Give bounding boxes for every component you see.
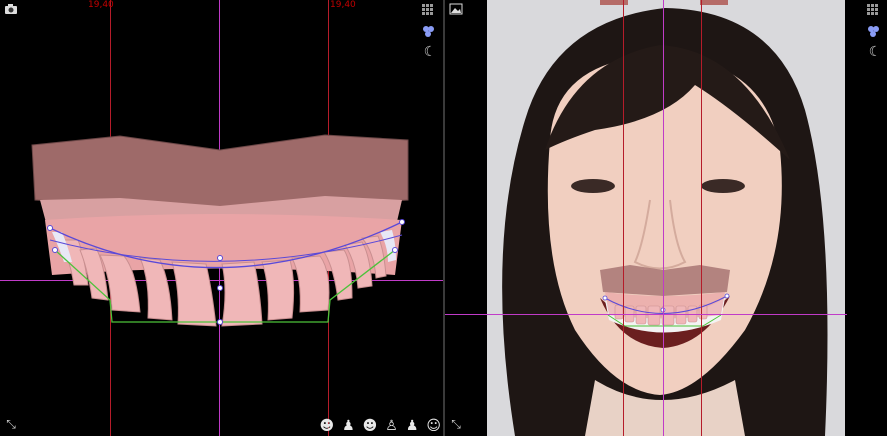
- right-photo-viewport[interactable]: ☾ ⤡: [445, 0, 887, 436]
- portrait-photo: [502, 0, 828, 436]
- view-presets: ☻ ♟ ☻ ♙ ♟ ☺: [319, 418, 441, 434]
- photo-resize-icon[interactable]: ⤡: [448, 416, 464, 432]
- profile-left-icon[interactable]: ☻: [319, 418, 334, 434]
- camera-icon[interactable]: [3, 3, 19, 19]
- bust-bottom-icon[interactable]: ♟: [406, 418, 419, 434]
- bust-top-icon[interactable]: ♙: [385, 418, 398, 434]
- profile-bust-icon[interactable]: ☺: [426, 418, 441, 434]
- resize-icon[interactable]: ⤡: [3, 416, 19, 432]
- photo-grid-icon[interactable]: [865, 3, 881, 19]
- bust-front-icon[interactable]: ♟: [342, 418, 355, 434]
- moon-icon[interactable]: ☾: [422, 44, 438, 60]
- photo-right-guide[interactable]: [701, 0, 702, 436]
- photo-moon-icon[interactable]: ☾: [867, 44, 883, 60]
- left-3d-viewport[interactable]: 19,40 19,40 ☾ ⤡ ☻ ♟ ☻ ♙ ♟ ☺: [0, 0, 443, 436]
- photo-horizontal-guide[interactable]: [445, 314, 887, 315]
- photo-tooth-group-icon[interactable]: [865, 24, 881, 40]
- photo-midline-guide[interactable]: [663, 0, 664, 436]
- image-icon[interactable]: [448, 3, 464, 19]
- photo-left-guide[interactable]: [623, 0, 624, 436]
- grid-icon[interactable]: [420, 3, 436, 19]
- right-toolbar: [847, 0, 887, 436]
- profile-right-icon[interactable]: ☻: [363, 418, 378, 434]
- tooth-group-icon[interactable]: [420, 24, 436, 40]
- dental-model: [31, 134, 409, 327]
